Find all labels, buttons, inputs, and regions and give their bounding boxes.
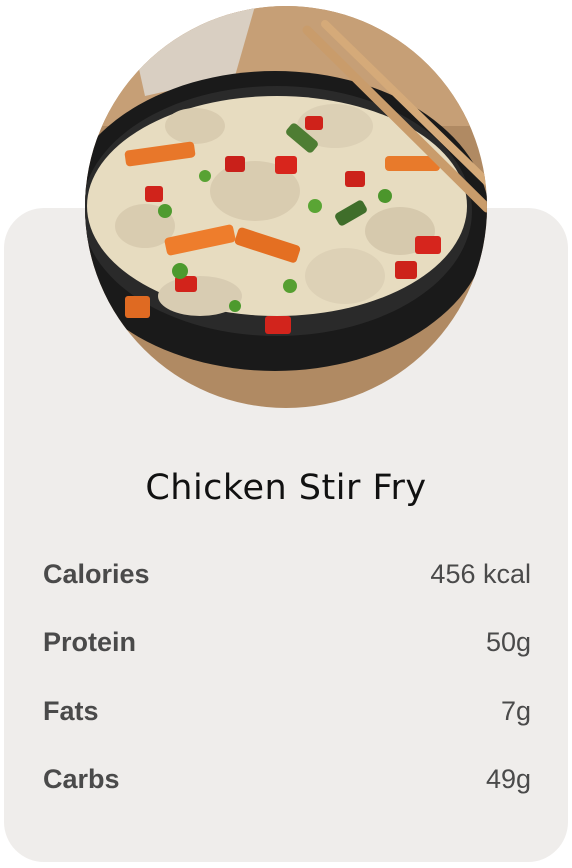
nutrition-row-protein: Protein 50g [43, 609, 531, 678]
nutrition-value: 456 kcal [430, 558, 531, 589]
nutrition-value: 7g [500, 695, 531, 726]
nutrition-label: Fats [43, 695, 99, 726]
nutrition-row-carbs: Carbs 49g [43, 746, 531, 815]
nutrition-row-fats: Fats 7g [43, 677, 531, 746]
nutrition-row-calories: Calories 456 kcal [43, 540, 531, 609]
nutrition-table: Calories 456 kcal Protein 50g Fats 7g Ca… [43, 540, 531, 814]
nutrition-label: Calories [43, 558, 150, 589]
nutrition-value: 49g [485, 764, 531, 795]
nutrition-label: Protein [43, 627, 137, 658]
nutrition-value: 50g [485, 627, 531, 658]
dish-photo [85, 6, 487, 408]
recipe-title: Chicken Stir Fry [145, 468, 427, 508]
nutrition-label: Carbs [43, 764, 120, 795]
